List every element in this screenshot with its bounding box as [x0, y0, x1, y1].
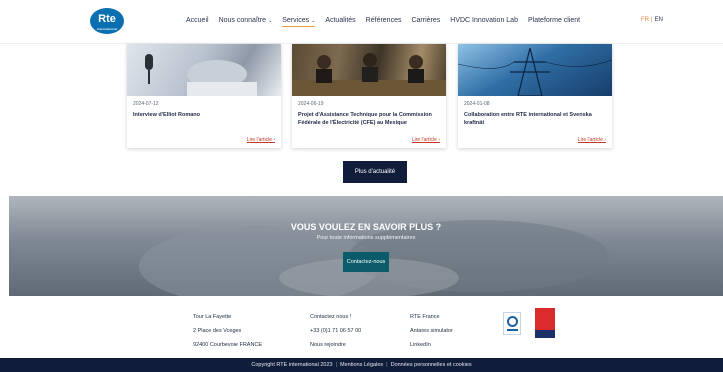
nav-accueil[interactable]: Accueil	[186, 17, 209, 24]
nav-label: Références	[365, 17, 402, 24]
read-article-link[interactable]: Lire l'article ›	[578, 137, 606, 143]
contact-link[interactable]: Contactez nous !	[310, 310, 361, 324]
nav-label: Nous connaître	[218, 17, 267, 24]
copyright-bar: Copyright RTE international 2023 | Mention…	[0, 358, 723, 372]
news-date: 2024-01-08	[464, 101, 490, 107]
more-news-button[interactable]: Plus d'actualité	[343, 161, 407, 183]
address-line: 2 Place des Vosges	[193, 328, 242, 334]
handshake-background	[139, 220, 609, 296]
news-date: 2024-06-19	[298, 101, 324, 107]
microphone-photo	[145, 54, 257, 96]
read-article-link[interactable]: Lire l'article ›	[247, 137, 275, 143]
address-line: 92400 Courbevoie FRANCE	[193, 342, 263, 348]
footer-links: RTE France Antares simulator LinkedIn	[410, 310, 453, 352]
chevron-down-icon: ⌄	[268, 18, 273, 24]
nav-label: HVDC Innovation Lab	[450, 17, 518, 24]
meeting-photo	[292, 53, 446, 96]
phone-number[interactable]: +33 (0)1 71 06 57 00	[310, 324, 361, 338]
news-title[interactable]: Projet d'Assistance Technique pour la Co…	[298, 111, 442, 127]
address-line: Tour La Fayette	[193, 314, 232, 320]
divider: |	[386, 362, 388, 368]
nav-references[interactable]: Références	[366, 17, 402, 24]
join-us-link[interactable]: Nous rejoindre	[310, 338, 361, 352]
news-image[interactable]	[458, 44, 612, 96]
great-place-to-work-badge-icon	[535, 308, 555, 338]
nav-services[interactable]: Services ⌄	[282, 17, 316, 27]
cta-subtitle: Pour toute informations supplémentaires	[316, 235, 416, 241]
news-card[interactable]: 2024-07-12 Interview d'Elliot Romano Lir…	[127, 44, 281, 148]
news-title[interactable]: Collaboration entre RTE international et…	[464, 111, 608, 127]
rte-logo[interactable]: Rte international	[90, 8, 124, 34]
nav-carrieres[interactable]: Carrières	[411, 17, 440, 24]
nav-actualites[interactable]: Actualités	[325, 17, 355, 24]
nav-label: Actualités	[325, 17, 356, 24]
news-card[interactable]: 2024-06-19 Projet d'Assistance Technique…	[292, 44, 446, 148]
lang-en[interactable]: EN	[655, 17, 663, 23]
nav-hvdc-lab[interactable]: HVDC Innovation Lab	[450, 17, 518, 24]
nav-label: Accueil	[186, 17, 209, 24]
logo-text: Rte	[98, 13, 116, 25]
nav-nous-connaitre[interactable]: Nous connaître ⌄	[219, 17, 273, 24]
news-image[interactable]	[292, 44, 446, 96]
copyright-text: Copyright RTE international 2023	[251, 362, 333, 368]
logo-subtitle: international	[96, 27, 118, 31]
power-pylon-photo	[458, 47, 612, 96]
news-image[interactable]	[127, 44, 281, 96]
chevron-down-icon: ⌄	[311, 18, 316, 24]
cta-title: VOUS VOULEZ EN SAVOIR PLUS ?	[290, 222, 442, 232]
privacy-cookies-link[interactable]: Données personnelles et cookies	[391, 362, 472, 368]
contact-banner: VOUS VOULEZ EN SAVOIR PLUS ? Pour toute …	[9, 196, 723, 296]
news-title[interactable]: Interview d'Elliot Romano	[133, 111, 277, 119]
certification-badge-icon	[503, 312, 521, 335]
site-header: Rte international Accueil Nous connaître…	[0, 0, 723, 44]
site-footer: Tour La Fayette 2 Place des Vosges 92400…	[0, 296, 723, 358]
nav-label: Services	[282, 17, 310, 24]
main-nav: Accueil Nous connaître ⌄ Services ⌄ Actual…	[186, 17, 590, 27]
legal-notice-link[interactable]: Mentions Légales	[340, 362, 383, 368]
footer-contact: Contactez nous ! +33 (0)1 71 06 57 00 No…	[310, 310, 361, 352]
rte-france-link[interactable]: RTE France	[410, 310, 453, 324]
footer-address: Tour La Fayette 2 Place des Vosges 92400…	[193, 310, 262, 352]
nav-plateforme-client[interactable]: Plateforme client	[528, 17, 580, 24]
lang-separator: |	[651, 17, 653, 23]
news-card[interactable]: 2024-01-08 Collaboration entre RTE inter…	[458, 44, 612, 148]
divider: |	[335, 362, 338, 368]
nav-label: Plateforme client	[527, 17, 581, 24]
contact-us-button[interactable]: Contactez-nous	[343, 252, 389, 272]
language-switcher: FR | EN	[641, 17, 663, 23]
lang-fr[interactable]: FR	[641, 17, 649, 23]
linkedin-link[interactable]: LinkedIn	[410, 338, 453, 352]
news-date: 2024-07-12	[133, 101, 159, 107]
nav-label: Carrières	[411, 17, 441, 24]
antares-link[interactable]: Antares simulator	[410, 324, 453, 338]
read-article-link[interactable]: Lire l'article ›	[412, 137, 440, 143]
